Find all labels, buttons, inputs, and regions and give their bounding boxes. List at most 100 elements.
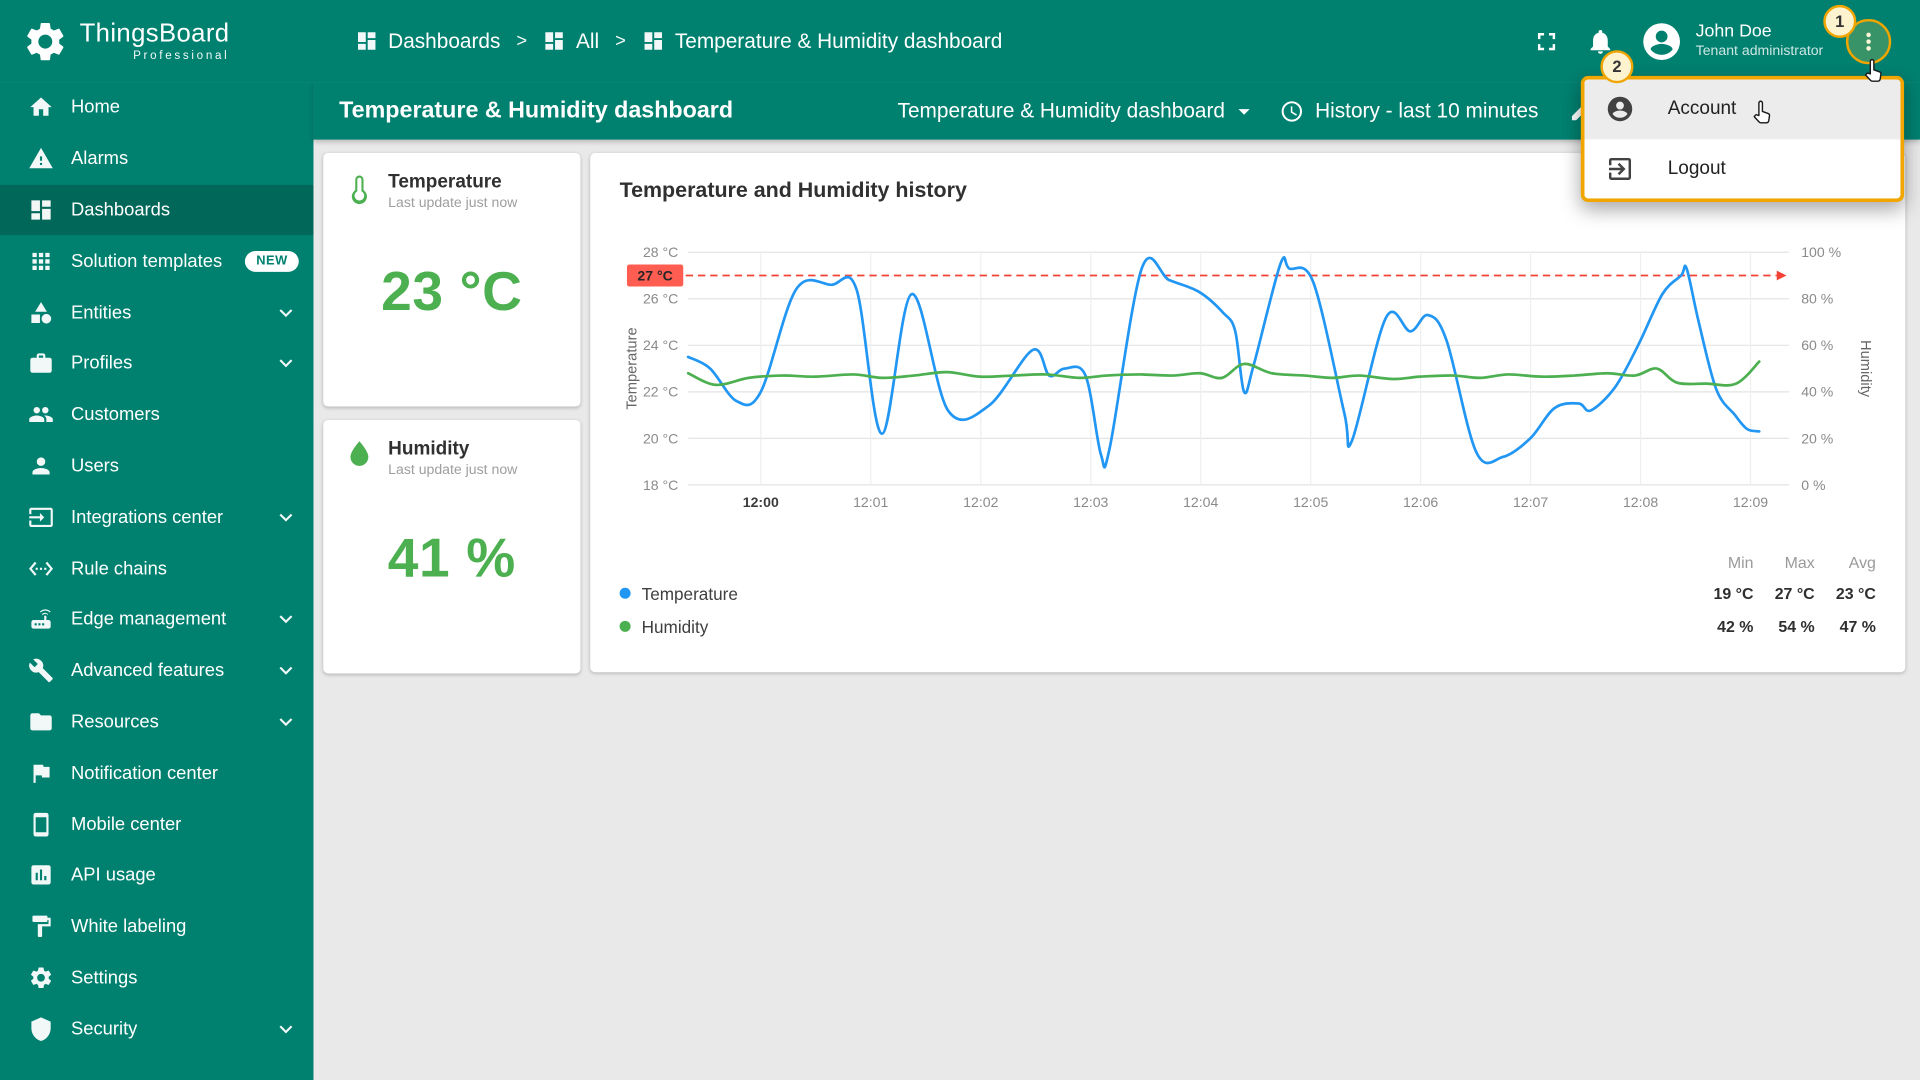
svg-text:12:06: 12:06 — [1403, 494, 1438, 510]
dashboard-icon — [642, 29, 665, 52]
sidebar-item-mobile-center[interactable]: Mobile center — [0, 799, 313, 850]
water-drop-icon — [343, 438, 376, 471]
logo-subtitle: Professional — [133, 48, 230, 62]
chart-footer: Min Max Avg Temperature 19 °C 27 °C 23 °C Humid… — [619, 549, 1876, 643]
svg-text:20 %: 20 % — [1801, 430, 1834, 446]
account-icon — [1605, 94, 1634, 123]
sidebar-item-label: Alarms — [71, 148, 129, 170]
customers-icon — [28, 402, 54, 428]
temperature-value: 23 °C — [381, 258, 523, 322]
hand-cursor-icon — [1753, 100, 1771, 124]
menu-item-account[interactable]: Account — [1584, 79, 1901, 139]
svg-text:28 °C: 28 °C — [643, 244, 678, 260]
menu-item-label: Account — [1667, 97, 1737, 119]
svg-text:12:08: 12:08 — [1623, 494, 1658, 510]
dashboard-state-select[interactable]: Temperature & Humidity dashboard — [898, 82, 1259, 140]
svg-text:26 °C: 26 °C — [643, 291, 678, 307]
summary-row-humidity: Humidity 42 % 54 % 47 % — [619, 610, 1876, 643]
legend-item-temperature[interactable]: Temperature — [619, 583, 1693, 603]
widget-subtitle: Last update just now — [388, 462, 518, 478]
widget-title: Temperature — [388, 171, 502, 193]
breadcrumb-separator: > — [615, 30, 626, 52]
breadcrumb-item-dashboards[interactable]: Dashboards — [355, 29, 500, 53]
sidebar-item-dashboards[interactable]: Dashboards — [0, 184, 314, 236]
sidebar-item-label: Entities — [71, 301, 132, 323]
alarms-icon — [28, 146, 54, 172]
app-logo[interactable]: ThingsBoard Professional — [0, 18, 313, 65]
fullscreen-icon[interactable] — [1532, 26, 1561, 55]
page-title: Temperature & Humidity dashboard — [339, 97, 734, 124]
sidebar-item-security[interactable]: Security — [0, 1003, 313, 1054]
api-icon — [28, 862, 54, 888]
breadcrumb-separator: > — [516, 30, 528, 52]
integrations-icon — [28, 504, 54, 530]
sidebar-item-resources[interactable]: Resources — [0, 696, 313, 747]
summary-header-min: Min — [1727, 553, 1754, 572]
svg-text:12:05: 12:05 — [1293, 494, 1328, 510]
sidebar-item-rule-chains[interactable]: Rule chains — [0, 543, 313, 594]
sidebar-item-settings[interactable]: Settings — [0, 952, 313, 1003]
sidebar-item-entities[interactable]: Entities — [0, 287, 313, 338]
breadcrumb-item-temperature-humidity-dashboard[interactable]: Temperature & Humidity dashboard — [642, 29, 1002, 53]
summary-value: 42 % — [1717, 617, 1754, 636]
sidebar-item-alarms[interactable]: Alarms — [0, 133, 313, 184]
temperature-widget: Temperature Last update just now 23 °C — [323, 153, 581, 407]
sidebar-item-users[interactable]: Users — [0, 440, 313, 491]
breadcrumb-label: Dashboards — [388, 28, 501, 53]
sidebar-item-solution-templates[interactable]: Solution templates NEW — [0, 236, 313, 287]
dashboard-icon — [355, 29, 378, 52]
sidebar-item-label: Integrations center — [71, 506, 224, 528]
timewindow-button[interactable]: History - last 10 minutes — [1280, 82, 1538, 140]
history-chart-svg: 18 °C 0 % 20 °C 20 % 22 °C 40 % 24 °C 60 % 26 °C… — [625, 244, 1873, 510]
svg-text:40 %: 40 % — [1801, 384, 1834, 400]
sidebar-item-label: Users — [71, 455, 119, 477]
chevron-down-icon — [273, 299, 299, 325]
menu-item-logout[interactable]: Logout — [1584, 138, 1901, 199]
logout-icon — [1605, 154, 1634, 183]
user-block[interactable]: John Doe Tenant administrator — [1639, 19, 1823, 63]
sidebar-item-profiles[interactable]: Profiles — [0, 338, 313, 389]
user-name: John Doe — [1695, 22, 1772, 42]
history-chart-card: Temperature and Humidity history 18 °C 0 … — [590, 153, 1906, 673]
sidebar-item-white-labeling[interactable]: White labeling — [0, 901, 313, 952]
avatar-icon — [1639, 19, 1683, 63]
mobile-icon — [28, 811, 54, 837]
advanced-icon — [28, 658, 54, 684]
logo-title: ThingsBoard — [79, 18, 230, 48]
solution-templates-icon — [28, 248, 54, 274]
sidebar-item-home[interactable]: Home — [0, 82, 313, 133]
sidebar-item-advanced-features[interactable]: Advanced features — [0, 645, 313, 696]
sidebar-item-integrations-center[interactable]: Integrations center — [0, 491, 313, 542]
summary-header-max: Max — [1784, 553, 1815, 572]
sidebar-item-notification-center[interactable]: Notification center — [0, 747, 313, 798]
summary-value: 47 % — [1839, 617, 1876, 636]
legend-dot-icon — [619, 587, 631, 599]
sidebar-item-edge-management[interactable]: Edge management — [0, 594, 313, 645]
edge-icon — [28, 607, 54, 633]
svg-text:12:01: 12:01 — [853, 494, 888, 510]
widget-header: Humidity Last update just now — [343, 438, 561, 478]
dashboards-icon — [28, 197, 54, 223]
chevron-down-icon — [273, 709, 299, 735]
svg-text:60 %: 60 % — [1801, 337, 1834, 353]
security-icon — [28, 1016, 54, 1042]
legend-label: Humidity — [641, 616, 709, 637]
caret-down-icon — [1231, 97, 1258, 124]
new-badge: NEW — [245, 250, 299, 272]
sidebar-item-api-usage[interactable]: API usage — [0, 850, 313, 901]
notification-icon — [28, 760, 54, 786]
screen: ThingsBoard Professional Dashboards > All >… — [0, 0, 1920, 1080]
sidebar: Home Alarms Dashboards Solution templates NE… — [0, 82, 314, 1080]
svg-text:27 °C: 27 °C — [637, 267, 672, 283]
breadcrumb-item-all[interactable]: All — [543, 29, 599, 53]
settings-icon — [28, 965, 54, 991]
breadcrumb-label: All — [576, 28, 600, 53]
humidity-widget: Humidity Last update just now 41 % — [323, 420, 581, 674]
sidebar-item-label: White labeling — [71, 916, 187, 937]
entities-icon — [28, 299, 54, 325]
sidebar-item-label: Dashboards — [71, 199, 171, 221]
legend-item-humidity[interactable]: Humidity — [619, 616, 1693, 637]
sidebar-item-customers[interactable]: Customers — [0, 389, 313, 440]
home-icon — [28, 95, 54, 121]
dashboard-icon — [543, 29, 566, 52]
